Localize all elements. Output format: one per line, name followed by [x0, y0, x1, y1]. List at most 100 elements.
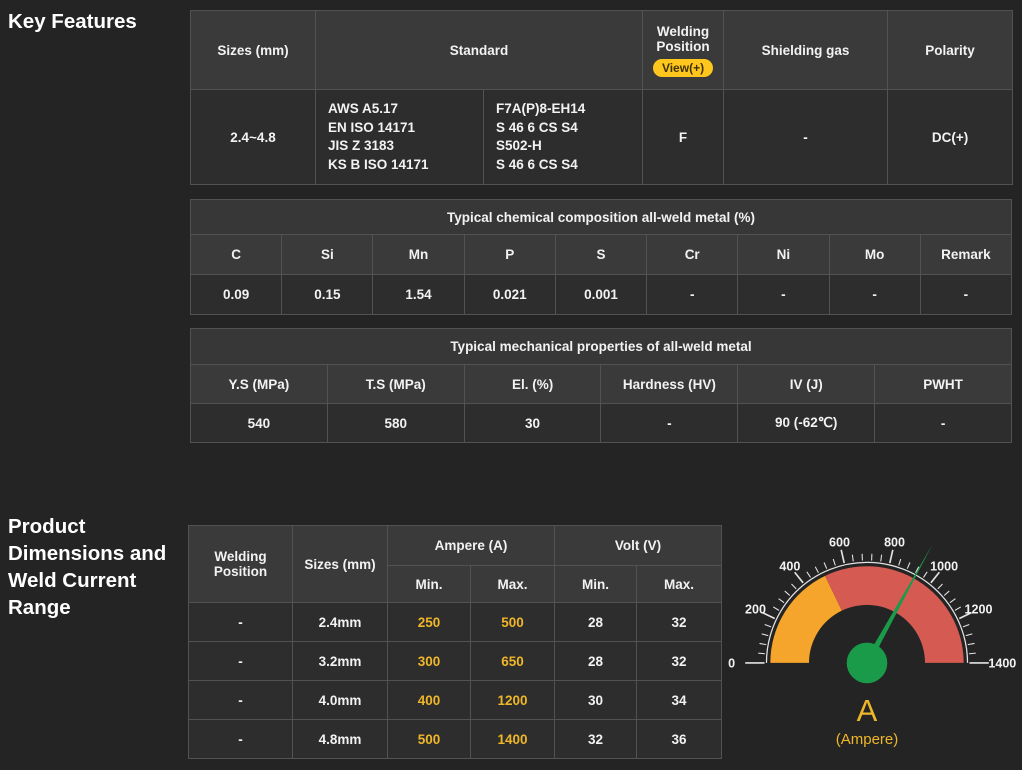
mech-col-header: T.S (MPa): [327, 365, 464, 404]
ampere-max-cell: 1200: [471, 681, 555, 720]
col-header-standard: Standard: [316, 11, 643, 90]
chem-col-header: Mn: [373, 235, 464, 275]
col-header-shielding-gas-label: Shielding gas: [762, 43, 850, 58]
standard-code: KS B ISO 14171: [328, 156, 483, 175]
chem-table: Typical chemical composition all-weld me…: [190, 199, 1012, 315]
table-row: - 2.4mm 250 500 28 32: [189, 603, 722, 642]
chem-value: -: [647, 275, 738, 315]
chem-value: -: [829, 275, 920, 315]
mech-table: Typical mechanical properties of all-wel…: [190, 328, 1012, 443]
standard-class: F7A(P)8-EH14: [496, 100, 642, 119]
view-expand-button[interactable]: View(+): [653, 59, 713, 77]
size-cell: 4.8mm: [293, 720, 388, 759]
ampere-min-cell: 500: [388, 720, 471, 759]
dim-col-header-welding-position: Welding Position: [189, 526, 293, 603]
chem-value: 0.021: [464, 275, 555, 315]
ampere-min-header: Min.: [388, 566, 471, 603]
ampere-gauge-svg: 0200400600800100012001400: [722, 516, 1012, 690]
dim-col-header-volt: Volt (V): [555, 526, 722, 566]
ampere-max-cell: 1400: [471, 720, 555, 759]
volt-max-header: Max.: [637, 566, 722, 603]
table-row: - 4.8mm 500 1400 32 36: [189, 720, 722, 759]
volt-min-cell: 30: [555, 681, 637, 720]
chem-col-header: Ni: [738, 235, 829, 275]
ampere-max-cell: 650: [471, 642, 555, 681]
chem-title-row: Typical chemical composition all-weld me…: [191, 200, 1012, 235]
svg-text:0: 0: [728, 656, 735, 670]
svg-text:400: 400: [779, 560, 800, 574]
chem-table-title: Typical chemical composition all-weld me…: [191, 200, 1012, 235]
ampere-min-cell: 250: [388, 603, 471, 642]
chem-data-row: 0.09 0.15 1.54 0.021 0.001 - - - -: [191, 275, 1012, 315]
chem-header-row: C Si Mn P S Cr Ni Mo Remark: [191, 235, 1012, 275]
standard-code: EN ISO 14171: [328, 119, 483, 138]
gauge-unit-label: A: [721, 694, 1013, 728]
mechanical-properties-table: Typical mechanical properties of all-wel…: [190, 328, 1012, 443]
section-title-key-features: Key Features: [8, 8, 183, 35]
mech-value: 580: [327, 404, 464, 443]
weld-current-range-table: Welding Position Sizes (mm) Ampere (A) V…: [188, 525, 721, 759]
col-header-shielding-gas: Shielding gas: [724, 11, 888, 90]
mech-value: 90 (-62℃): [738, 404, 875, 443]
standard-class: S 46 6 CS S4: [496, 119, 642, 138]
chem-col-header: S: [555, 235, 646, 275]
mech-table-title: Typical mechanical properties of all-wel…: [191, 329, 1012, 365]
dim-col-header-ampere: Ampere (A): [388, 526, 555, 566]
standard-class: S502-H: [496, 137, 642, 156]
volt-min-cell: 28: [555, 603, 637, 642]
mech-col-header: PWHT: [875, 365, 1012, 404]
chem-col-header: Mo: [829, 235, 920, 275]
sizes-value: 2.4~4.8: [191, 90, 316, 185]
chem-col-header: Si: [282, 235, 373, 275]
chem-value: -: [920, 275, 1011, 315]
volt-min-cell: 28: [555, 642, 637, 681]
mech-col-header: Hardness (HV): [601, 365, 738, 404]
chemical-composition-table: Typical chemical composition all-weld me…: [190, 199, 1012, 315]
col-header-sizes-label: Sizes (mm): [217, 43, 288, 58]
svg-text:800: 800: [884, 536, 905, 550]
welding-position-cell: -: [189, 642, 293, 681]
welding-position-cell: -: [189, 720, 293, 759]
mech-col-header: IV (J): [738, 365, 875, 404]
chem-col-header: Cr: [647, 235, 738, 275]
key-features-spec-table: Sizes (mm) Standard Welding Position Vie…: [190, 10, 1012, 185]
spec-table: Sizes (mm) Standard Welding Position Vie…: [190, 10, 1013, 185]
gauge-unit-sublabel: (Ampere): [721, 731, 1013, 749]
volt-min-cell: 32: [555, 720, 637, 759]
chem-col-header: P: [464, 235, 555, 275]
standard-code: JIS Z 3183: [328, 137, 483, 156]
col-header-standard-label: Standard: [450, 43, 509, 58]
svg-text:200: 200: [745, 603, 766, 617]
svg-text:1400: 1400: [988, 656, 1016, 670]
table-row: - 3.2mm 300 650 28 32: [189, 642, 722, 681]
svg-text:600: 600: [829, 536, 850, 550]
standard-codes-right: F7A(P)8-EH14 S 46 6 CS S4 S502-H S 46 6 …: [484, 90, 643, 185]
dim-header-row: Welding Position Sizes (mm) Ampere (A) V…: [189, 526, 722, 566]
chem-col-header: C: [191, 235, 282, 275]
volt-min-header: Min.: [555, 566, 637, 603]
mech-col-header: Y.S (MPa): [191, 365, 328, 404]
chem-value: -: [738, 275, 829, 315]
ampere-gauge: 0200400600800100012001400 A (Ampere): [721, 516, 1013, 749]
dim-table: Welding Position Sizes (mm) Ampere (A) V…: [188, 525, 722, 759]
mech-value: 30: [464, 404, 601, 443]
dim-col-header-sizes: Sizes (mm): [293, 526, 388, 603]
welding-position-cell: -: [189, 603, 293, 642]
size-cell: 3.2mm: [293, 642, 388, 681]
spec-data-row: 2.4~4.8 AWS A5.17 EN ISO 14171 JIS Z 318…: [191, 90, 1013, 185]
section-title-product-dimensions: Product Dimensions and Weld Current Rang…: [8, 513, 180, 621]
ampere-min-cell: 400: [388, 681, 471, 720]
welding-position-value: F: [643, 90, 724, 185]
ampere-max-header: Max.: [471, 566, 555, 603]
standard-class: S 46 6 CS S4: [496, 156, 642, 175]
size-cell: 2.4mm: [293, 603, 388, 642]
table-row: - 4.0mm 400 1200 30 34: [189, 681, 722, 720]
shielding-gas-value: -: [724, 90, 888, 185]
volt-max-cell: 32: [637, 642, 722, 681]
volt-max-cell: 32: [637, 603, 722, 642]
spec-header-row: Sizes (mm) Standard Welding Position Vie…: [191, 11, 1013, 90]
mech-data-row: 540 580 30 - 90 (-62℃) -: [191, 404, 1012, 443]
polarity-value: DC(+): [888, 90, 1013, 185]
col-header-welding-position: Welding Position View(+): [643, 11, 724, 90]
chem-value: 0.15: [282, 275, 373, 315]
